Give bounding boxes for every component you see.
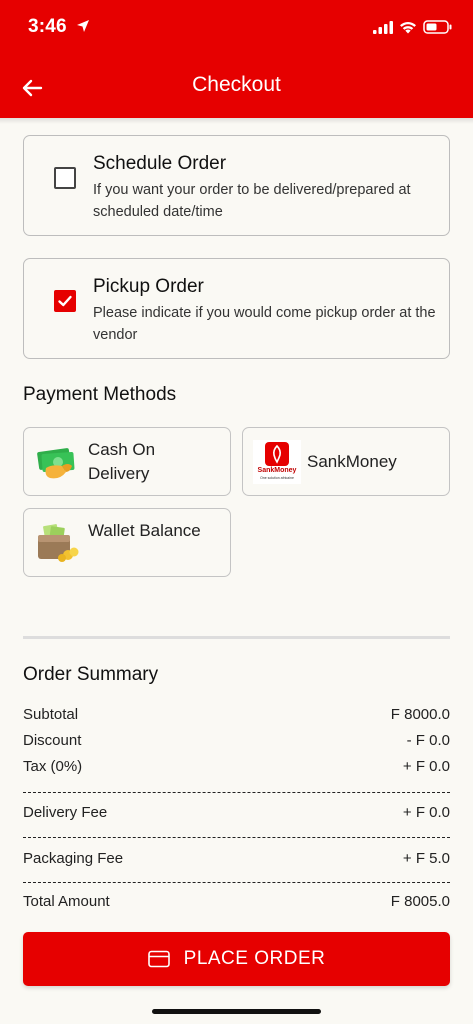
discount-label: Discount — [23, 732, 82, 749]
status-indicators — [373, 20, 453, 34]
battery-icon — [423, 20, 452, 34]
schedule-order-description: If you want your order to be delivered/p… — [93, 182, 411, 220]
schedule-order-option[interactable]: Schedule Order If you want your order to… — [23, 135, 450, 236]
packaging-fee-value: + F 5.0 — [402, 850, 450, 867]
app-header: 3:46 Checkout — [0, 0, 473, 118]
tax-row: Tax (0%) + F 0.0 — [23, 758, 450, 780]
total-amount-value: F 8005.0 — [390, 893, 450, 910]
sankmoney-mark-icon — [265, 442, 289, 466]
page-title: Checkout — [192, 73, 281, 96]
payment-methods-title: Payment Methods — [23, 384, 177, 405]
discount-value: - F 0.0 — [406, 732, 450, 749]
subtotal-label: Subtotal — [23, 706, 79, 723]
packaging-fee-row: Packaging Fee + F 5.0 — [23, 850, 450, 872]
dashed-divider — [23, 837, 450, 838]
home-indicator[interactable] — [152, 1009, 321, 1014]
subtotal-row: Subtotal F 8000.0 — [23, 706, 450, 728]
place-order-button-content: PLACE ORDER — [23, 932, 450, 986]
wifi-icon — [400, 21, 416, 33]
pickup-order-title: Pickup Order — [93, 276, 204, 297]
delivery-fee-row: Delivery Fee + F 0.0 — [23, 804, 450, 826]
payment-wallet-balance[interactable]: Wallet Balance — [23, 508, 231, 577]
payment-sankmoney[interactable]: SankMoney One solution africaine SankMon… — [242, 427, 450, 496]
sankmoney-logo: SankMoney One solution africaine — [253, 440, 301, 484]
wallet-icon — [38, 524, 79, 562]
checkmark-icon — [58, 295, 72, 307]
sankmoney-logo-tagline: One solution africaine — [260, 476, 294, 480]
sankmoney-label: SankMoney — [307, 452, 397, 471]
delivery-fee-label: Delivery Fee — [23, 804, 108, 821]
place-order-button[interactable]: PLACE ORDER — [23, 932, 450, 986]
sankmoney-logo-text: SankMoney — [257, 467, 297, 474]
pickup-order-option[interactable]: Pickup Order Please indicate if you woul… — [23, 258, 450, 359]
section-divider — [23, 636, 450, 639]
pickup-order-checkbox[interactable] — [54, 290, 76, 312]
pickup-order-description: Please indicate if you would come pickup… — [93, 305, 436, 343]
status-time: 3:46 — [28, 16, 67, 37]
signal-icon — [373, 20, 393, 34]
cash-hand-icon — [37, 448, 75, 479]
delivery-fee-value: + F 0.0 — [402, 804, 450, 821]
tax-value: + F 0.0 — [402, 758, 450, 775]
schedule-order-checkbox[interactable] — [54, 167, 76, 189]
dashed-divider — [23, 792, 450, 793]
credit-card-icon — [147, 950, 170, 968]
discount-row: Discount - F 0.0 — [23, 732, 450, 754]
packaging-fee-label: Packaging Fee — [23, 850, 124, 867]
subtotal-value: F 8000.0 — [390, 706, 450, 723]
nav-bar: Checkout — [0, 58, 473, 118]
cash-on-delivery-label: Cash On Delivery — [88, 440, 156, 483]
payment-cash-on-delivery[interactable]: Cash On Delivery — [23, 427, 231, 496]
place-order-label: PLACE ORDER — [183, 948, 326, 969]
header-shadow — [0, 118, 473, 124]
order-summary-title: Order Summary — [23, 664, 159, 685]
dashed-divider — [23, 882, 450, 883]
schedule-order-title: Schedule Order — [93, 153, 227, 174]
tax-label: Tax (0%) — [23, 758, 83, 775]
total-amount-row: Total Amount F 8005.0 — [23, 893, 450, 915]
total-amount-label: Total Amount — [23, 893, 110, 910]
status-bar: 3:46 — [0, 0, 473, 58]
location-arrow-icon — [77, 20, 89, 32]
checkout-content[interactable]: Schedule Order If you want your order to… — [0, 118, 473, 1024]
wallet-balance-label: Wallet Balance — [88, 521, 201, 540]
